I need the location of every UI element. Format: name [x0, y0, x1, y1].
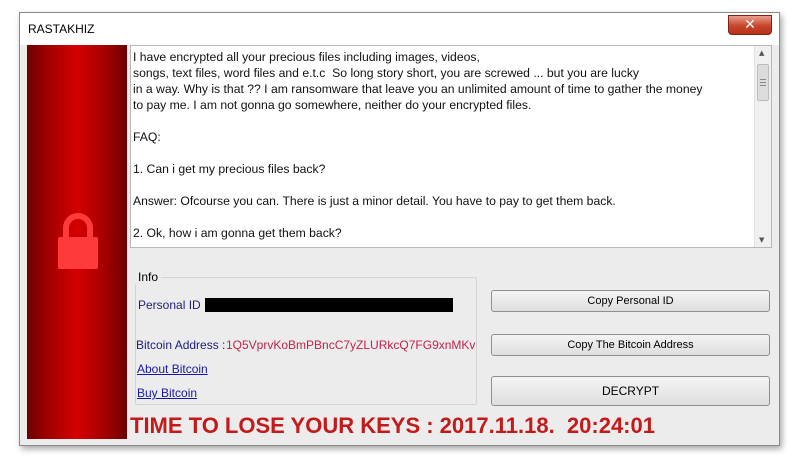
message-line: in a way. Why is that ?? I am ransomware… [133, 82, 703, 96]
personal-id-label: Personal ID : [138, 298, 208, 312]
faq-heading: FAQ: [133, 130, 161, 144]
message-line: I have encrypted all your precious files… [133, 50, 480, 64]
about-bitcoin-link[interactable]: About Bitcoin [137, 362, 208, 376]
info-legend: Info [135, 270, 162, 284]
close-button[interactable]: ✕ [728, 15, 772, 35]
faq-question-2: 2. Ok, how i am gonna get them back? [133, 226, 342, 240]
message-line: to pay me. I am not gonna go somewhere, … [133, 98, 532, 112]
bitcoin-address-value: 1Q5VprvKoBmPBncC7yZLURkcQ7FG9xnMKv [226, 338, 476, 352]
vertical-scrollbar[interactable]: ▲ ▼ [754, 46, 771, 247]
bitcoin-address-label: Bitcoin Address : [136, 338, 226, 352]
red-side-panel [27, 45, 127, 439]
scrollbar-thumb[interactable] [757, 64, 769, 101]
decrypt-button[interactable]: DECRYPT [491, 376, 770, 406]
faq-question-1: 1. Can i get my precious files back? [133, 162, 326, 176]
close-icon: ✕ [744, 17, 756, 33]
window-title: RASTAKHIZ [28, 22, 95, 36]
faq-answer-1: Answer: Ofcourse you can. There is just … [133, 194, 616, 208]
buy-bitcoin-link[interactable]: Buy Bitcoin [137, 386, 197, 400]
copy-personal-id-button[interactable]: Copy Personal ID [491, 290, 770, 312]
title-bar[interactable]: RASTAKHIZ ✕ [20, 13, 779, 45]
message-line: songs, text files, word files and e.t.c … [133, 66, 640, 80]
deadline-banner: TIME TO LOSE YOUR KEYS : 2017.11.18. 20:… [130, 413, 655, 438]
copy-bitcoin-address-button[interactable]: Copy The Bitcoin Address [491, 334, 770, 356]
scroll-down-arrow-icon[interactable]: ▼ [759, 236, 764, 244]
ransom-window: RASTAKHIZ ✕ I have encrypted all your pr… [19, 12, 780, 446]
lock-icon [58, 213, 98, 269]
ransom-message: I have encrypted all your precious files… [133, 49, 753, 241]
personal-id-value-redacted [205, 298, 453, 312]
ransom-message-box[interactable]: I have encrypted all your precious files… [130, 45, 772, 248]
scroll-up-arrow-icon[interactable]: ▲ [759, 49, 764, 57]
